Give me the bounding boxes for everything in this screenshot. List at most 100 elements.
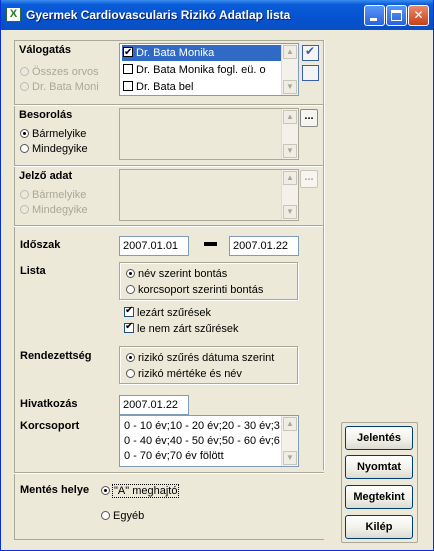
radio-indicator (126, 353, 135, 362)
check-all-button[interactable] (302, 44, 319, 61)
radio-label: Dr. Bata Moni (32, 81, 99, 93)
radio-label: Bármelyike (32, 128, 87, 140)
date-from-field[interactable]: 2007.01.01 (119, 236, 189, 256)
checkbox-indicator (124, 321, 134, 333)
korcsoport-scrollbar[interactable]: ▲ ▼ (281, 416, 298, 466)
korcsoport-label: Korcsoport (20, 420, 80, 432)
korcsoport-text: 0 - 10 év;10 - 20 év;20 - 30 év;30 - 40 … (124, 420, 280, 462)
radio-indicator (101, 511, 110, 520)
radio-label: rizikó mértéke és név (138, 368, 242, 380)
hivatkozas-field[interactable]: 2007.01.22 (119, 395, 189, 415)
scroll-down-icon[interactable]: ▼ (283, 205, 297, 219)
doctor-list-item[interactable]: Dr. Bata Monika (122, 45, 283, 61)
radio-indicator (126, 285, 135, 294)
radio-indicator (126, 369, 135, 378)
section-divider (14, 225, 324, 227)
scroll-up-icon[interactable]: ▲ (283, 110, 297, 124)
besorolas-scrollbar[interactable]: ▲ ▼ (281, 109, 298, 159)
uncheck-all-button[interactable] (302, 65, 319, 81)
scroll-down-icon[interactable]: ▼ (283, 144, 297, 158)
radio-indicator (101, 486, 110, 495)
jelzo-label: Jelző adat (19, 170, 73, 182)
hivatkozas-label: Hivatkozás (20, 398, 78, 410)
scroll-up-icon[interactable]: ▲ (283, 417, 297, 431)
checkbox-le-nem-zart[interactable]: le nem zárt szűrések (124, 321, 239, 335)
radio-jelzo-all[interactable]: Mindegyike (20, 204, 88, 216)
scroll-up-icon[interactable]: ▲ (283, 171, 297, 185)
doctor-checkbox[interactable] (123, 64, 133, 74)
jelzo-browse-button[interactable]: ... (300, 170, 318, 188)
section-divider (14, 104, 324, 106)
megtekint-button[interactable]: Megtekint (345, 485, 413, 509)
radio-rizikó-mertek[interactable]: rizikó mértéke és név (126, 368, 242, 380)
doctor-list-item[interactable]: Dr. Bata bel (122, 79, 283, 95)
radio-datum-szerint[interactable]: rizikó szűrés dátuma szerint (126, 352, 274, 364)
radio-label: korcsoport szerinti bontás (138, 284, 264, 296)
radio-besorolas-any[interactable]: Bármelyike (20, 128, 86, 140)
date-to-field[interactable]: 2007.01.22 (229, 236, 299, 256)
nyomtat-button[interactable]: Nyomtat (345, 455, 413, 479)
radio-indicator (20, 67, 29, 76)
radio-egyeb[interactable]: Egyéb (101, 510, 144, 522)
window-title: Gyermek Cardiovascularis Rizikó Adatlap … (26, 8, 291, 22)
section-divider (14, 165, 324, 167)
jelentes-button[interactable]: Jelentés (345, 426, 413, 450)
radio-jelzo-any[interactable]: Bármelyike (20, 189, 86, 201)
radio-all-doctors[interactable]: Összes orvos (20, 66, 99, 78)
checkbox-lezart[interactable]: lezárt szűrések (124, 305, 211, 319)
maximize-button[interactable] (386, 5, 407, 26)
radio-label: Bármelyike (32, 189, 87, 201)
mentes-label: Mentés helye (20, 484, 90, 496)
doctor-name: Dr. Bata Monika (136, 47, 215, 59)
excel-icon: X (6, 7, 21, 22)
radio-besorolas-all[interactable]: Mindegyike (20, 143, 88, 155)
korcsoport-textarea[interactable]: 0 - 10 év;10 - 20 év;20 - 30 év;30 - 40 … (119, 415, 299, 467)
radio-korcsoport-szerint[interactable]: korcsoport szerinti bontás (126, 284, 263, 296)
date-range-dash (204, 242, 217, 246)
radio-a-meghajto[interactable]: "A" meghajtó (101, 484, 180, 498)
report-window: X Gyermek Cardiovascularis Rizikó Adatla… (0, 0, 434, 551)
jelzo-scrollbar[interactable]: ▲ ▼ (281, 170, 298, 220)
checkbox-label: le nem zárt szűrések (137, 323, 239, 335)
radio-indicator (20, 144, 29, 153)
radio-label: Egyéb (113, 510, 145, 522)
kilep-button[interactable]: Kilép (345, 515, 413, 539)
radio-doctor[interactable]: Dr. Bata Moni (20, 81, 99, 93)
radio-label: Összes orvos (32, 66, 99, 78)
besorolas-listbox[interactable]: ▲ ▼ (119, 108, 299, 160)
radio-nev-szerint[interactable]: név szerint bontás (126, 268, 227, 280)
doctor-name: Dr. Bata bel (136, 81, 194, 93)
radio-label: Mindegyike (32, 204, 88, 216)
doctor-list-item[interactable]: Dr. Bata Monika fogl. eü. o (122, 62, 283, 78)
rendezettseg-label: Rendezettség (20, 350, 92, 362)
radio-indicator (126, 269, 135, 278)
lista-label: Lista (20, 265, 46, 277)
minimize-icon (370, 18, 377, 21)
maximize-icon (391, 10, 402, 21)
doctor-checkbox[interactable] (123, 45, 133, 61)
radio-label: Mindegyike (32, 143, 88, 155)
checkbox-label: lezárt szűrések (137, 307, 211, 319)
doctor-name: Dr. Bata Monika fogl. eü. o (136, 64, 266, 76)
idoszak-label: Időszak (20, 239, 61, 251)
doctor-list-scrollbar[interactable]: ▲ ▼ (281, 44, 298, 95)
besorolas-label: Besorolás (19, 109, 73, 121)
scroll-down-icon[interactable]: ▼ (283, 80, 297, 94)
radio-label: rizikó szűrés dátuma szerint (138, 352, 275, 364)
radio-indicator (20, 205, 29, 214)
radio-indicator (20, 190, 29, 199)
doctor-checkbox[interactable] (123, 81, 133, 91)
radio-label: név szerint bontás (138, 268, 228, 280)
doctor-listbox[interactable]: Dr. Bata Monika Dr. Bata Monika fogl. eü… (119, 43, 299, 96)
radio-label: "A" meghajtó (111, 484, 180, 498)
valogatas-label: Válogatás (19, 44, 71, 56)
jelzo-listbox[interactable]: ▲ ▼ (119, 169, 299, 221)
close-button[interactable]: ✕ (408, 5, 429, 26)
title-bar[interactable]: X Gyermek Cardiovascularis Rizikó Adatla… (1, 0, 433, 30)
panel-divider (323, 40, 325, 470)
scroll-up-icon[interactable]: ▲ (283, 45, 297, 59)
close-icon: ✕ (413, 8, 424, 22)
scroll-down-icon[interactable]: ▼ (283, 451, 297, 465)
besorolas-browse-button[interactable]: ... (300, 109, 318, 127)
minimize-button[interactable] (364, 5, 385, 26)
